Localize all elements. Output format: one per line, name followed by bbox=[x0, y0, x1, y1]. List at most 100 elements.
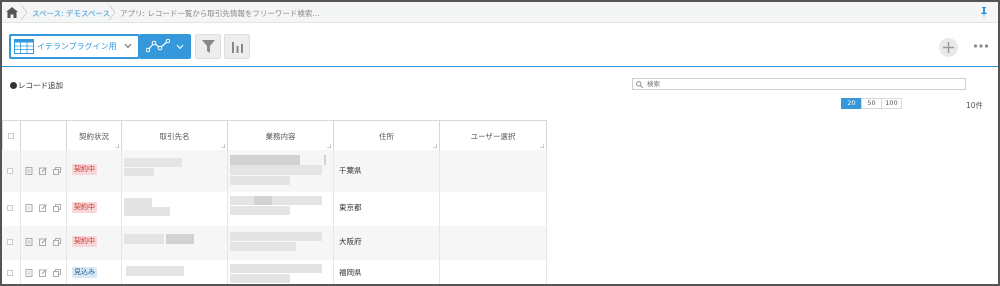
records-table: 契約状況 取引先名 業務内容 住所 ユーザー選択 契約中 千葉県 契約中 東京都… bbox=[2, 120, 547, 284]
redacted-text bbox=[230, 196, 322, 205]
row-checkbox[interactable] bbox=[7, 205, 13, 211]
redacted-text bbox=[324, 155, 326, 165]
redacted-text bbox=[124, 207, 170, 216]
view-selector[interactable]: イテランプラグイン用 bbox=[9, 34, 140, 59]
resize-handle-icon[interactable] bbox=[115, 144, 119, 148]
app-window: スペース: デモスペース アプリ: レコード一覧から取引先情報をフリーワード検索… bbox=[0, 0, 1000, 286]
row-actions bbox=[21, 150, 67, 192]
business-cell bbox=[228, 150, 334, 192]
filter-icon bbox=[202, 40, 215, 53]
user-select-cell bbox=[440, 150, 547, 192]
pin-icon[interactable] bbox=[980, 7, 988, 18]
graph-selector-button[interactable] bbox=[140, 34, 191, 59]
table-row: 契約中 東京都 bbox=[2, 192, 547, 226]
status-cell: 契約中 bbox=[67, 150, 122, 192]
page-size-50[interactable]: 50 bbox=[861, 98, 882, 109]
redacted-text bbox=[126, 266, 184, 276]
address-cell: 東京都 bbox=[334, 192, 440, 226]
header-client-name[interactable]: 取引先名 bbox=[122, 120, 228, 150]
client-name-cell bbox=[122, 260, 228, 284]
search-icon bbox=[636, 81, 643, 88]
header-business[interactable]: 業務内容 bbox=[228, 120, 334, 150]
search-input[interactable] bbox=[647, 79, 963, 89]
table-row: 契約中 大阪府 bbox=[2, 226, 547, 260]
header-user-select-label: ユーザー選択 bbox=[470, 132, 516, 141]
detail-icon[interactable] bbox=[25, 238, 33, 246]
user-select-cell bbox=[440, 226, 547, 260]
page-size-100[interactable]: 100 bbox=[881, 98, 902, 109]
row-checkbox[interactable] bbox=[7, 239, 13, 245]
toolbar: イテランプラグイン用 bbox=[2, 23, 998, 67]
row-select-cell bbox=[2, 260, 21, 284]
header-business-label: 業務内容 bbox=[265, 132, 296, 141]
line-graph-icon bbox=[146, 39, 170, 53]
row-checkbox[interactable] bbox=[7, 270, 13, 276]
business-cell bbox=[228, 260, 334, 284]
row-actions bbox=[21, 226, 67, 260]
record-count: 10件 bbox=[966, 101, 984, 110]
resize-handle-icon[interactable] bbox=[327, 144, 331, 148]
redacted-text bbox=[230, 176, 290, 185]
page-size-20[interactable]: 20 bbox=[841, 98, 862, 109]
row-select-cell bbox=[2, 192, 21, 226]
copy-icon[interactable] bbox=[53, 204, 61, 212]
bar-chart-icon bbox=[232, 42, 243, 53]
user-select-cell bbox=[440, 192, 547, 226]
client-name-cell bbox=[122, 226, 228, 260]
breadcrumb-app: アプリ: レコード一覧から取引先情報をフリーワード検索... bbox=[120, 9, 320, 18]
address-cell: 大阪府 bbox=[334, 226, 440, 260]
address-text: 千葉県 bbox=[339, 166, 362, 175]
add-record-icon bbox=[10, 82, 17, 89]
status-badge: 契約中 bbox=[72, 202, 97, 213]
resize-handle-icon[interactable] bbox=[540, 144, 544, 148]
copy-icon[interactable] bbox=[53, 269, 61, 277]
breadcrumb-space[interactable]: スペース: デモスペース bbox=[32, 8, 110, 19]
resize-handle-icon[interactable] bbox=[221, 144, 225, 148]
row-actions bbox=[21, 192, 67, 226]
more-icon[interactable] bbox=[973, 43, 989, 49]
copy-icon[interactable] bbox=[53, 238, 61, 246]
breadcrumb-separator bbox=[108, 5, 116, 20]
table-row: 見込み 福岡県 bbox=[2, 260, 547, 284]
edit-icon[interactable] bbox=[39, 269, 47, 277]
view-label: イテランプラグイン用 bbox=[37, 42, 117, 51]
plus-icon bbox=[943, 42, 954, 53]
detail-icon[interactable] bbox=[25, 204, 33, 212]
edit-icon[interactable] bbox=[39, 167, 47, 175]
add-record-link[interactable]: レコード追加 bbox=[10, 80, 63, 90]
header-address[interactable]: 住所 bbox=[334, 120, 440, 150]
detail-icon[interactable] bbox=[25, 167, 33, 175]
status-cell: 見込み bbox=[67, 260, 122, 284]
redacted-text bbox=[230, 264, 322, 273]
graph-button[interactable] bbox=[224, 34, 250, 59]
redacted-text bbox=[166, 234, 194, 244]
address-cell: 千葉県 bbox=[334, 150, 440, 192]
redacted-text bbox=[230, 155, 300, 165]
address-text: 東京都 bbox=[339, 203, 362, 212]
address-cell: 福岡県 bbox=[334, 260, 440, 284]
search-box bbox=[632, 78, 966, 90]
home-icon[interactable] bbox=[6, 7, 18, 18]
edit-icon[interactable] bbox=[39, 238, 47, 246]
status-badge: 見込み bbox=[72, 267, 97, 278]
filter-button[interactable] bbox=[195, 34, 221, 59]
add-button[interactable] bbox=[939, 38, 958, 57]
breadcrumb-separator bbox=[20, 5, 28, 20]
header-status[interactable]: 契約状況 bbox=[67, 120, 122, 150]
redacted-text bbox=[230, 206, 290, 215]
address-text: 大阪府 bbox=[339, 237, 362, 246]
resize-handle-icon[interactable] bbox=[433, 144, 437, 148]
client-name-cell bbox=[122, 192, 228, 226]
redacted-text bbox=[230, 274, 290, 283]
copy-icon[interactable] bbox=[53, 167, 61, 175]
redacted-text bbox=[254, 196, 272, 205]
detail-icon[interactable] bbox=[25, 269, 33, 277]
redacted-text bbox=[230, 232, 322, 241]
row-checkbox[interactable] bbox=[7, 168, 13, 174]
header-user-select[interactable]: ユーザー選択 bbox=[440, 120, 547, 150]
edit-icon[interactable] bbox=[39, 204, 47, 212]
add-record-label: レコード追加 bbox=[18, 81, 63, 90]
select-all-checkbox[interactable] bbox=[8, 133, 14, 139]
address-text: 福岡県 bbox=[339, 268, 362, 277]
chevron-down-icon bbox=[176, 44, 184, 50]
